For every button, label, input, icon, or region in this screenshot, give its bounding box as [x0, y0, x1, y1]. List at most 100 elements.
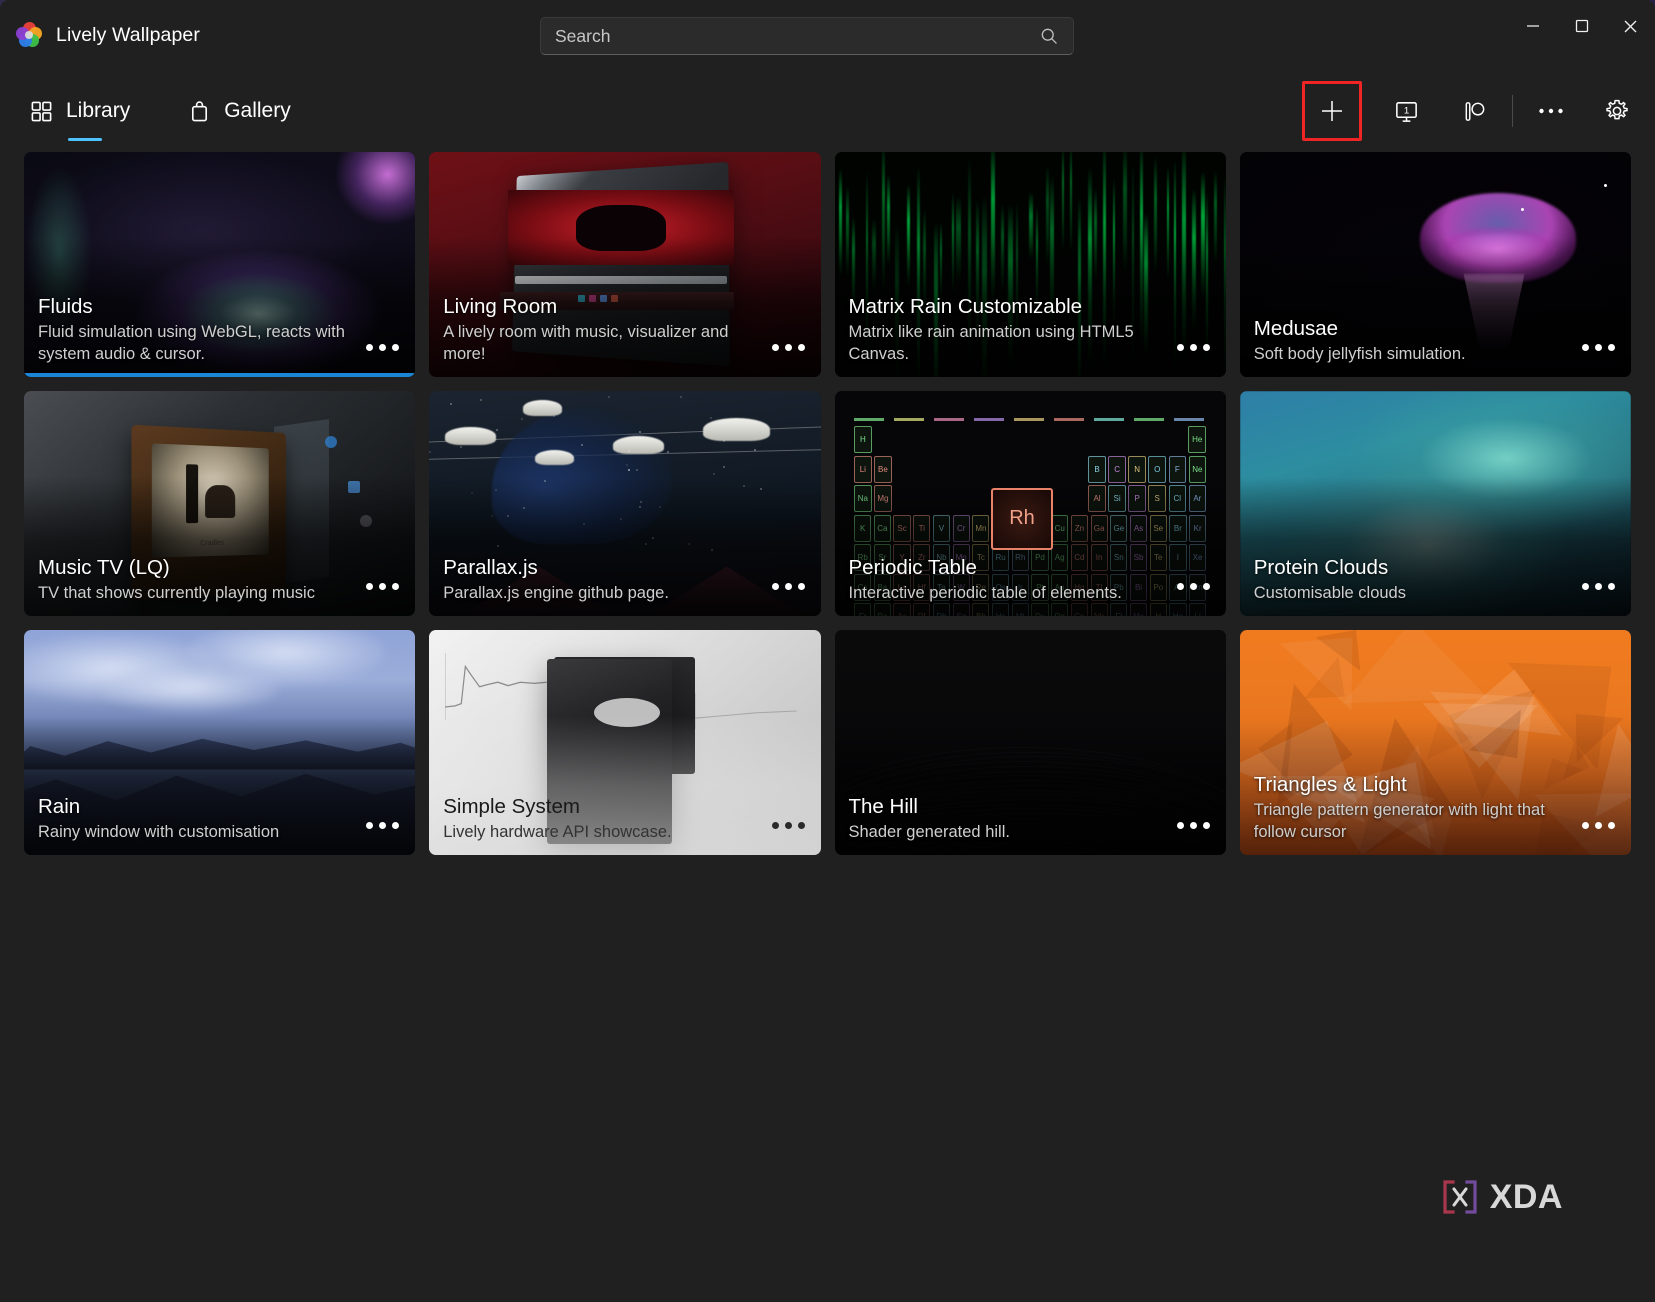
card-menu-button[interactable]	[1582, 344, 1615, 351]
wallpaper-card-fluids[interactable]: Fluids Fluid simulation using WebGL, rea…	[24, 152, 415, 377]
card-meta: Parallax.js Parallax.js engine github pa…	[443, 556, 754, 605]
patreon-icon	[1461, 98, 1488, 125]
maximize-icon	[1575, 19, 1589, 33]
lively-flower-logo-icon	[16, 22, 42, 48]
lively-wallpaper-window: Lively Wallpaper Search Library Gallery …	[0, 0, 1655, 1302]
card-description: Matrix like rain animation using HTML5 C…	[849, 322, 1160, 366]
card-description: Parallax.js engine github page.	[443, 583, 754, 605]
toolbar-divider	[1512, 95, 1513, 127]
card-description: Triangle pattern generator with light th…	[1254, 800, 1565, 844]
card-menu-button[interactable]	[366, 344, 399, 351]
card-description: Lively hardware API showcase.	[443, 822, 754, 844]
search-box[interactable]	[540, 17, 1074, 55]
close-icon	[1623, 19, 1638, 34]
title-bar: Lively Wallpaper	[0, 0, 1655, 70]
grid-icon	[30, 100, 53, 123]
wallpaper-card-simple-system[interactable]: Simple System Lively hardware API showca…	[429, 630, 820, 855]
card-menu-button[interactable]	[1177, 822, 1210, 829]
card-meta: Matrix Rain Customizable Matrix like rai…	[849, 295, 1160, 366]
card-title: Medusae	[1254, 317, 1565, 341]
wallpaper-card-living-room[interactable]: Living Room A lively room with music, vi…	[429, 152, 820, 377]
select-display-button[interactable]: 1	[1380, 87, 1432, 135]
card-menu-button[interactable]	[1582, 583, 1615, 590]
wallpaper-card-rain[interactable]: Rain Rainy window with customisation	[24, 630, 415, 855]
active-wallpaper-indicator	[24, 373, 415, 377]
card-meta: Triangles & Light Triangle pattern gener…	[1254, 773, 1565, 844]
card-menu-button[interactable]	[1177, 583, 1210, 590]
card-title: Triangles & Light	[1254, 773, 1565, 797]
card-menu-button[interactable]	[1582, 822, 1615, 829]
wallpaper-card-parallax-js[interactable]: Parallax.js Parallax.js engine github pa…	[429, 391, 820, 616]
card-menu-button[interactable]	[366, 822, 399, 829]
shopping-bag-icon	[188, 100, 211, 123]
app-brand: Lively Wallpaper	[0, 22, 200, 48]
card-description: Fluid simulation using WebGL, reacts wit…	[38, 322, 349, 366]
gear-icon	[1603, 97, 1631, 125]
plus-icon	[1318, 97, 1346, 125]
card-menu-button[interactable]	[366, 583, 399, 590]
ellipsis-icon	[1538, 107, 1564, 115]
app-title: Lively Wallpaper	[56, 24, 200, 47]
card-description: A lively room with music, visualizer and…	[443, 322, 754, 366]
card-description: Rainy window with customisation	[38, 822, 349, 844]
card-meta: Protein Clouds Customisable clouds	[1254, 556, 1565, 605]
toolbar-actions: 1	[1302, 70, 1643, 152]
tab-selected-indicator	[68, 138, 102, 142]
card-meta: Simple System Lively hardware API showca…	[443, 795, 754, 844]
window-controls	[1508, 0, 1655, 52]
minimize-icon	[1526, 19, 1540, 33]
card-title: Periodic Table	[849, 556, 1160, 580]
card-menu-button[interactable]	[1177, 344, 1210, 351]
tab-gallery[interactable]: Gallery	[182, 93, 303, 129]
card-description: Interactive periodic table of elements.	[849, 583, 1160, 605]
wallpaper-card-the-hill[interactable]: The Hill Shader generated hill.	[835, 630, 1226, 855]
card-title: Living Room	[443, 295, 754, 319]
xda-watermark-text: XDA	[1490, 1178, 1563, 1217]
xda-bracket-icon	[1440, 1177, 1480, 1217]
card-menu-button[interactable]	[772, 822, 805, 829]
wallpaper-card-triangles-and-light[interactable]: Triangles & Light Triangle pattern gener…	[1240, 630, 1631, 855]
card-description: TV that shows currently playing music	[38, 583, 349, 605]
wallpaper-card-periodic-table[interactable]: Rh HHeLiBeBCNOFNeNaMgAlSiPSClArKCaScTiVC…	[835, 391, 1226, 616]
tab-library[interactable]: Library	[24, 93, 142, 129]
search-icon	[1039, 26, 1059, 46]
card-meta: The Hill Shader generated hill.	[849, 795, 1160, 844]
more-options-button[interactable]	[1525, 87, 1577, 135]
card-menu-button[interactable]	[772, 583, 805, 590]
card-title: Music TV (LQ)	[38, 556, 349, 580]
wallpaper-card-music-tv[interactable]: Cradles Music TV (LQ) TV that shows curr…	[24, 391, 415, 616]
card-title: Parallax.js	[443, 556, 754, 580]
close-button[interactable]	[1606, 0, 1655, 52]
card-description: Soft body jellyfish simulation.	[1254, 344, 1565, 366]
card-meta: Medusae Soft body jellyfish simulation.	[1254, 317, 1565, 366]
card-title: Rain	[38, 795, 349, 819]
add-wallpaper-button[interactable]	[1302, 81, 1362, 141]
patreon-button[interactable]	[1448, 87, 1500, 135]
card-title: The Hill	[849, 795, 1160, 819]
tab-gallery-label: Gallery	[224, 99, 291, 123]
tab-list: Library Gallery	[24, 93, 303, 129]
card-menu-button[interactable]	[772, 344, 805, 351]
search-input[interactable]	[555, 26, 1039, 47]
wallpaper-card-medusae[interactable]: Medusae Soft body jellyfish simulation.	[1240, 152, 1631, 377]
card-title: Protein Clouds	[1254, 556, 1565, 580]
wallpaper-card-protein-clouds[interactable]: Protein Clouds Customisable clouds	[1240, 391, 1631, 616]
svg-text:1: 1	[1403, 105, 1408, 116]
card-meta: Periodic Table Interactive periodic tabl…	[849, 556, 1160, 605]
wallpaper-card-matrix-rain[interactable]: Matrix Rain Customizable Matrix like rai…	[835, 152, 1226, 377]
search-container[interactable]	[540, 17, 1074, 55]
settings-button[interactable]	[1591, 87, 1643, 135]
card-description: Customisable clouds	[1254, 583, 1565, 605]
card-meta: Living Room A lively room with music, vi…	[443, 295, 754, 366]
card-meta: Fluids Fluid simulation using WebGL, rea…	[38, 295, 349, 366]
card-meta: Rain Rainy window with customisation	[38, 795, 349, 844]
maximize-button[interactable]	[1557, 0, 1606, 52]
app-root: Lively Wallpaper Search Library Gallery …	[0, 0, 1655, 1302]
wallpaper-grid: Fluids Fluid simulation using WebGL, rea…	[24, 152, 1631, 855]
tab-library-label: Library	[66, 99, 130, 123]
minimize-button[interactable]	[1508, 0, 1557, 52]
card-description: Shader generated hill.	[849, 822, 1160, 844]
monitor-1-icon: 1	[1393, 98, 1420, 125]
card-title: Fluids	[38, 295, 349, 319]
navigation-bar: Library Gallery 1	[0, 70, 1655, 152]
